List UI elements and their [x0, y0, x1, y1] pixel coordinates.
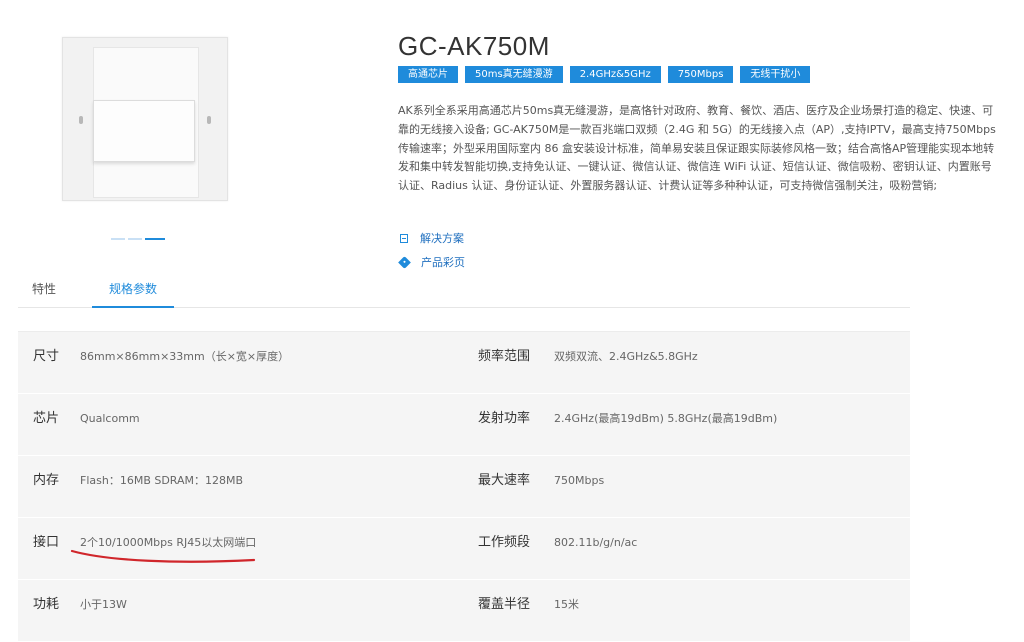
tag-icon: [398, 255, 411, 269]
spec-row: 芯片 Qualcomm 发射功率 2.4GHz(最高19dBm) 5.8GHz(…: [18, 394, 910, 456]
spec-value: 小于13W: [80, 598, 127, 611]
brochure-link-label[interactable]: 产品彩页: [421, 254, 465, 270]
screw-right: [207, 116, 211, 124]
feature-tag: 无线干扰小: [740, 66, 811, 83]
spec-row: 内存 Flash：16MB SDRAM：128MB 最大速率 750Mbps: [18, 456, 910, 518]
detail-tabs: 特性 规格参数: [18, 271, 910, 308]
spec-label: 最大速率: [478, 473, 531, 488]
tab-features[interactable]: 特性: [32, 271, 56, 307]
solution-link[interactable]: 解决方案: [400, 226, 465, 250]
feature-tag: 750Mbps: [667, 66, 734, 83]
spec-label: 接口: [33, 535, 60, 550]
screw-left: [79, 116, 83, 124]
spec-table: 尺寸 86mm×86mm×33mm（长×宽×厚度） 频率范围 双频双流、2.4G…: [18, 331, 910, 642]
spec-row: 功耗 小于13W 覆盖半径 15米: [18, 580, 910, 642]
spec-row: 尺寸 86mm×86mm×33mm（长×宽×厚度） 频率范围 双频双流、2.4G…: [18, 331, 910, 394]
spec-label: 覆盖半径: [478, 597, 531, 612]
red-underline-annotation: [70, 549, 256, 563]
carousel-dot-1[interactable]: [111, 238, 125, 240]
product-title: GC-AK750M: [398, 31, 550, 61]
spec-label: 频率范围: [478, 349, 531, 364]
spec-value: Flash：16MB SDRAM：128MB: [80, 474, 244, 487]
spec-label: 芯片: [33, 411, 60, 426]
spec-label: 内存: [33, 473, 60, 488]
carousel-dots[interactable]: [111, 238, 165, 240]
feature-tag: 高通芯片: [398, 66, 458, 83]
module-box: [93, 100, 195, 162]
solution-link-label[interactable]: 解决方案: [420, 230, 464, 246]
tab-specs[interactable]: 规格参数: [92, 271, 174, 308]
spec-value: 750Mbps: [554, 474, 605, 487]
spec-value: 2.4GHz(最高19dBm) 5.8GHz(最高19dBm): [554, 412, 778, 425]
spec-value: 802.11b/g/n/ac: [554, 536, 638, 549]
product-description: AK系列全系采用高通芯片50ms真无缝漫游，是高恪针对政府、教育、餐饮、酒店、医…: [398, 104, 996, 193]
carousel-dot-3[interactable]: [145, 238, 165, 240]
carousel-dot-2[interactable]: [128, 238, 142, 240]
product-links: 解决方案 产品彩页: [398, 226, 465, 274]
feature-tags: 高通芯片 50ms真无缝漫游 2.4GHz&5GHz 750Mbps 无线干扰小: [398, 66, 811, 83]
product-image: [62, 37, 228, 201]
spec-value: 86mm×86mm×33mm（长×宽×厚度）: [80, 350, 290, 363]
document-icon: [400, 233, 408, 243]
spec-label: 发射功率: [478, 411, 531, 426]
feature-tag: 2.4GHz&5GHz: [569, 66, 661, 83]
spec-value: 双频双流、2.4GHz&5.8GHz: [554, 350, 698, 363]
spec-value: Qualcomm: [80, 412, 140, 425]
spec-label: 尺寸: [33, 349, 60, 364]
feature-tag: 50ms真无缝漫游: [465, 66, 563, 83]
spec-label: 工作频段: [478, 535, 531, 550]
spec-value: 15米: [554, 598, 579, 611]
spec-label: 功耗: [33, 597, 60, 612]
